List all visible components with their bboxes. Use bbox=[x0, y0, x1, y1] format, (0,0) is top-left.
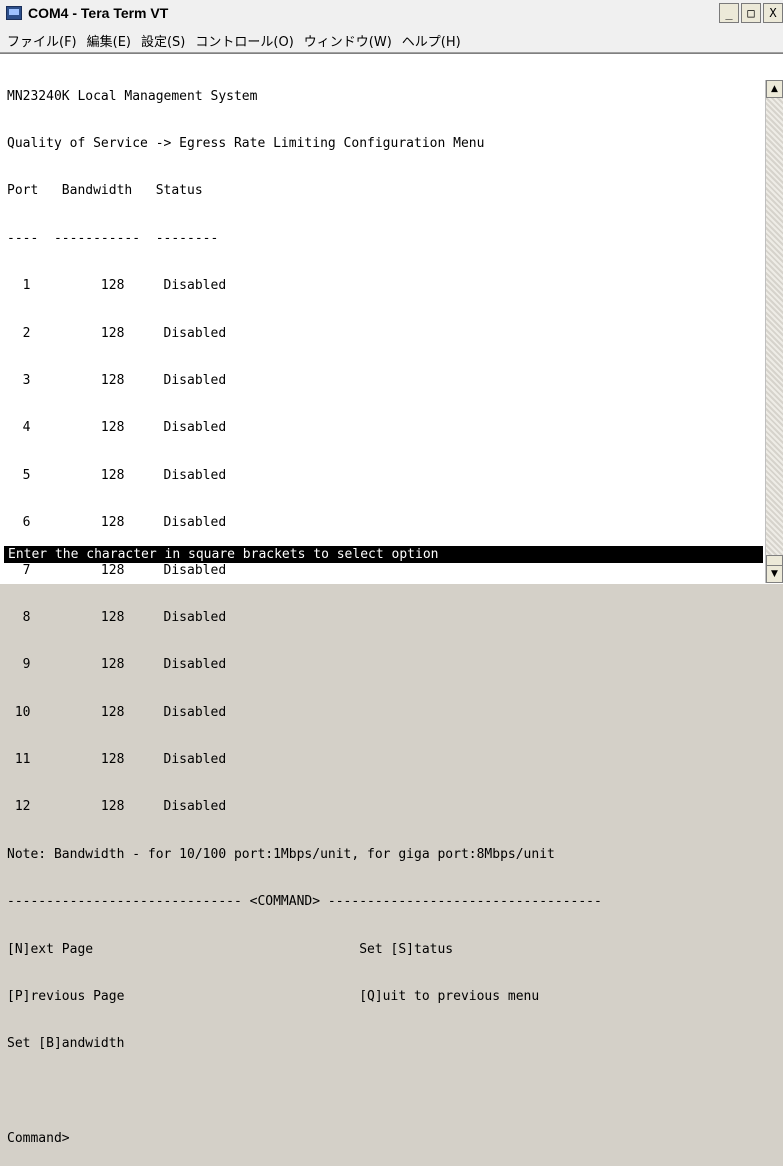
menu-help[interactable]: ヘルプ(H) bbox=[402, 31, 461, 50]
down-arrow-icon[interactable]: ▼ bbox=[766, 565, 783, 583]
terminal-line: [N]ext Page Set [S]tatus bbox=[7, 941, 454, 957]
menu-edit[interactable]: 編集(E) bbox=[87, 31, 131, 50]
terminal-line: ------------------------------ <COMMAND>… bbox=[7, 894, 602, 910]
terminal-area[interactable]: MN23240K Local Management System Quality… bbox=[0, 53, 783, 1147]
menu-control[interactable]: コントロール(O) bbox=[195, 31, 293, 50]
terminal-line: [P]revious Page [Q]uit to previous menu bbox=[7, 989, 540, 1005]
terminal-line: ---- ----------- -------- bbox=[7, 230, 219, 246]
menu-bar: ファイル(F) 編集(E) 設定(S) コントロール(O) ウィンドウ(W) ヘ… bbox=[0, 28, 783, 53]
terminal-status-line: Enter the character in square brackets t… bbox=[4, 546, 763, 563]
menu-window[interactable]: ウィンドウ(W) bbox=[304, 31, 392, 50]
title-bar[interactable]: COM4 - Tera Term VT _ □ X bbox=[0, 0, 783, 29]
terminal-line: 4 128 Disabled bbox=[7, 420, 227, 436]
terminal-line: MN23240K Local Management System bbox=[7, 88, 258, 104]
terminal-line: 2 128 Disabled bbox=[7, 325, 227, 341]
minimize-button[interactable]: _ bbox=[719, 3, 739, 23]
command-prompt[interactable]: Command> bbox=[7, 1131, 757, 1147]
terminal-line: 9 128 Disabled bbox=[7, 657, 227, 673]
menu-file[interactable]: ファイル(F) bbox=[7, 31, 77, 50]
window-title: COM4 - Tera Term VT bbox=[28, 5, 169, 21]
up-arrow-icon[interactable]: ▲ bbox=[766, 80, 783, 98]
terminal-line: 7 128 Disabled bbox=[7, 562, 227, 578]
vertical-scrollbar[interactable]: ▲ ▼ bbox=[765, 80, 783, 583]
close-button[interactable]: X bbox=[763, 3, 783, 23]
terminal-line: 5 128 Disabled bbox=[7, 467, 227, 483]
terminal-line: Set [B]andwidth bbox=[7, 1036, 125, 1052]
terminal-line: 8 128 Disabled bbox=[7, 609, 227, 625]
terminal-line: Quality of Service -> Egress Rate Limiti… bbox=[7, 135, 485, 151]
terminal-line: 6 128 Disabled bbox=[7, 515, 227, 531]
terminal-line: 3 128 Disabled bbox=[7, 372, 227, 388]
terminal-text: MN23240K Local Management System Quality… bbox=[7, 57, 757, 1147]
menu-setup[interactable]: 設定(S) bbox=[141, 31, 185, 50]
teraterm-window: COM4 - Tera Term VT _ □ X ファイル(F) 編集(E) … bbox=[0, 0, 783, 1147]
teraterm-app-icon[interactable] bbox=[6, 6, 22, 20]
terminal-line: Port Bandwidth Status bbox=[7, 183, 203, 199]
window-controls: _ □ X bbox=[719, 3, 783, 23]
terminal-line: 11 128 Disabled bbox=[7, 752, 227, 768]
maximize-button[interactable]: □ bbox=[741, 3, 761, 23]
terminal-line: 12 128 Disabled bbox=[7, 799, 227, 815]
terminal-line: 1 128 Disabled bbox=[7, 278, 227, 294]
terminal-line: 10 128 Disabled bbox=[7, 704, 227, 720]
scroll-track[interactable] bbox=[766, 98, 783, 563]
terminal-line: Note: Bandwidth - for 10/100 port:1Mbps/… bbox=[7, 846, 555, 862]
